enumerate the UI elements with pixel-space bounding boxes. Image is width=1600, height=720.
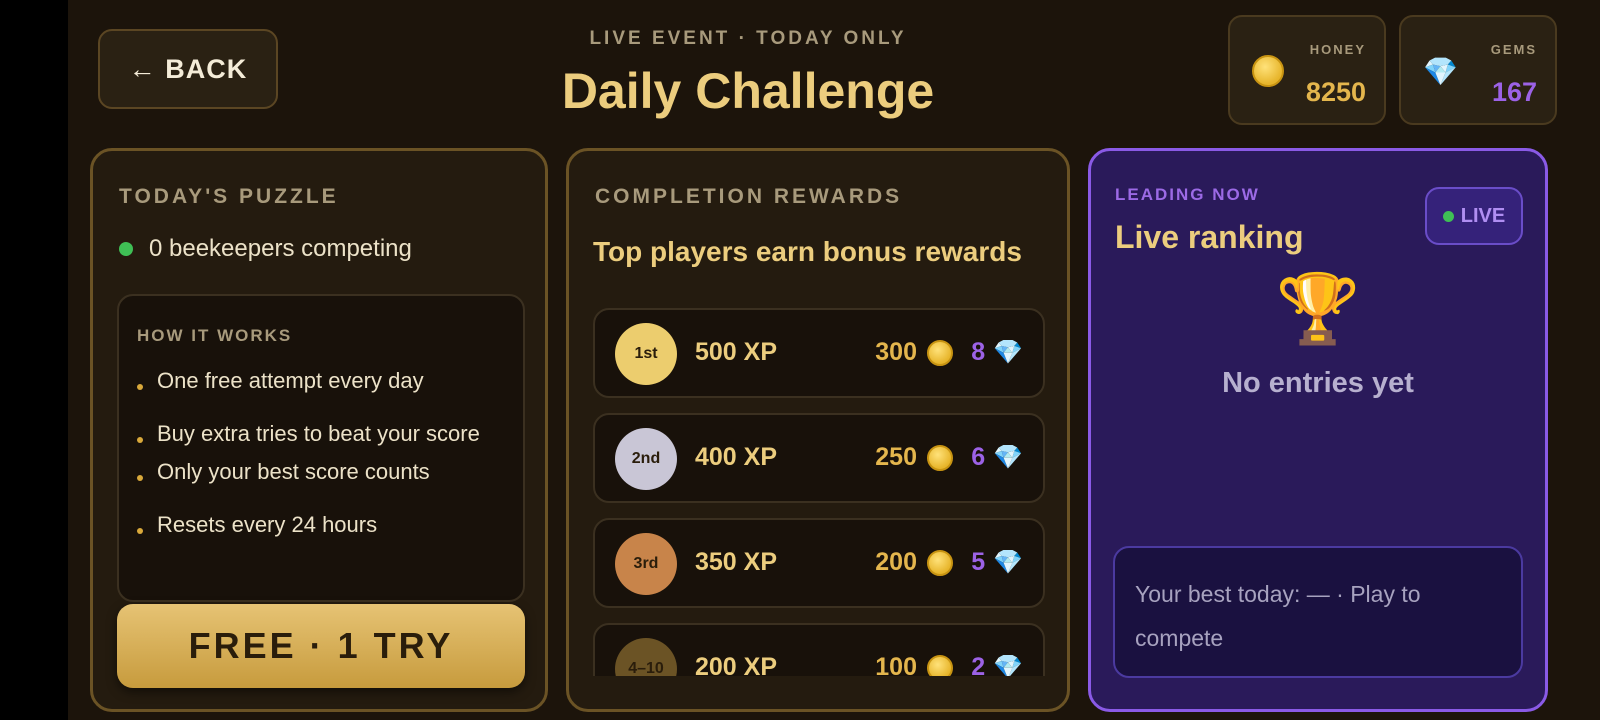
- honey-reward: 250: [875, 443, 953, 472]
- honey-reward: 200: [875, 548, 953, 577]
- rank-medal: 4–10: [615, 638, 677, 676]
- gem-icon: 💎: [993, 549, 1023, 576]
- live-badge-label: LIVE: [1460, 204, 1506, 227]
- rules-list: One free attempt every day Buy extra tri…: [137, 366, 507, 540]
- gems-counter: 💎 GEMS 167: [1399, 15, 1557, 125]
- coin-icon: [927, 549, 953, 576]
- daily-challenge-screen: ← BACK LIVE EVENT · TODAY ONLY Daily Cha…: [68, 0, 1600, 720]
- reward-tier-list[interactable]: 1st 500 XP 300 8 💎 2nd 400 XP 250 6 💎 3rd …: [593, 308, 1045, 676]
- gem-reward: 6 💎: [971, 443, 1023, 471]
- gem-icon: 💎: [1423, 56, 1458, 87]
- gem-icon: 💎: [993, 339, 1023, 366]
- gems-label: GEMS: [1490, 42, 1537, 57]
- coin-icon: [1252, 55, 1284, 87]
- coin-icon: [927, 339, 953, 366]
- personal-best-text: Your best today: — · Play to compete: [1135, 581, 1421, 651]
- xp-reward: 400 XP: [695, 443, 778, 471]
- reward-tier-row: 1st 500 XP 300 8 💎: [593, 308, 1045, 398]
- live-ranking-title: Live ranking: [1115, 219, 1304, 255]
- free-try-button[interactable]: FREE · 1 TRY: [117, 604, 525, 688]
- gem-reward: 8 💎: [971, 338, 1023, 366]
- coin-icon: [927, 654, 953, 676]
- honey-counter: HONEY 8250: [1228, 15, 1386, 125]
- empty-state-text: No entries yet: [1222, 367, 1414, 399]
- trophy-icon: 🏆: [1275, 271, 1361, 347]
- reward-tier-row: 4–10 200 XP 100 2 💎: [593, 623, 1045, 676]
- honey-label: HONEY: [1309, 42, 1366, 57]
- competing-text: 0 beekeepers competing: [149, 235, 412, 262]
- xp-reward: 500 XP: [695, 338, 778, 366]
- how-it-works-title: HOW IT WORKS: [137, 326, 293, 345]
- rewards-subtitle: Top players earn bonus rewards: [593, 236, 1022, 267]
- gem-icon: 💎: [993, 654, 1023, 676]
- live-dot-icon: [1442, 210, 1454, 222]
- reward-tier-row: 3rd 350 XP 200 5 💎: [593, 518, 1045, 608]
- rank-medal: 3rd: [615, 533, 677, 595]
- live-ranking-card: LEADING NOW Live ranking LIVE 🏆 No entri…: [1088, 148, 1548, 712]
- rule-item: Resets every 24 hours: [137, 510, 507, 540]
- coin-icon: [927, 444, 953, 471]
- online-dot-icon: [119, 242, 133, 256]
- leading-now-label: LEADING NOW: [1115, 185, 1260, 204]
- puzzle-card: TODAY'S PUZZLE 0 beekeepers competing HO…: [90, 148, 548, 712]
- rewards-card: COMPLETION REWARDS Top players earn bonu…: [566, 148, 1070, 712]
- rewards-heading: COMPLETION REWARDS: [595, 185, 903, 208]
- competing-status: 0 beekeepers competing: [119, 235, 412, 263]
- live-badge: LIVE: [1425, 187, 1523, 245]
- xp-reward: 350 XP: [695, 548, 778, 576]
- page-title: Daily Challenge: [561, 63, 935, 119]
- rank-medal: 1st: [615, 323, 677, 385]
- gem-reward: 2 💎: [971, 653, 1023, 676]
- gem-icon: 💎: [993, 444, 1023, 471]
- back-button[interactable]: ← BACK: [98, 29, 278, 109]
- xp-reward: 200 XP: [695, 653, 778, 676]
- reward-tier-row: 2nd 400 XP 250 6 💎: [593, 413, 1045, 503]
- rule-item: One free attempt every day: [137, 366, 507, 396]
- rank-medal: 2nd: [615, 428, 677, 490]
- rule-item: Only your best score counts: [137, 457, 507, 487]
- gems-value: 167: [1491, 77, 1537, 107]
- event-eyebrow: LIVE EVENT · TODAY ONLY: [589, 28, 907, 49]
- how-it-works-box: HOW IT WORKS One free attempt every day …: [117, 294, 525, 602]
- personal-best-box: Your best today: — · Play to compete: [1113, 546, 1523, 678]
- gem-reward: 5 💎: [971, 548, 1023, 576]
- honey-value: 8250: [1305, 77, 1366, 107]
- puzzle-heading: TODAY'S PUZZLE: [119, 185, 339, 208]
- honey-reward: 300: [875, 338, 953, 367]
- honey-reward: 100: [875, 653, 953, 676]
- rule-item: Buy extra tries to beat your score: [137, 419, 507, 449]
